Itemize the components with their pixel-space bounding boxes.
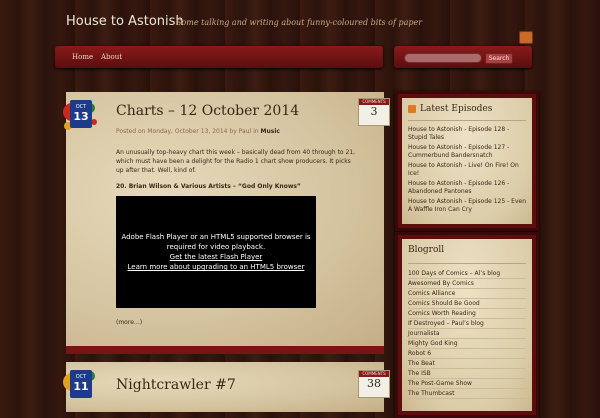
- post-article: OCT 11 Nightcrawler #7 COMMENTS 38: [63, 362, 390, 412]
- comments-count: 38: [367, 377, 381, 390]
- post-date-badge: OCT 11: [70, 370, 92, 398]
- blogroll-link[interactable]: Comics Should Be Good: [408, 300, 526, 309]
- post-date-day: 11: [73, 380, 89, 393]
- blogroll-list: 100 Days of Comics – Al’s blog Awesomed …: [408, 270, 526, 400]
- post-article: OCT 13 Charts – 12 October 2014 COMMENTS…: [63, 92, 390, 346]
- blogroll-link[interactable]: Mighty God King: [408, 340, 526, 349]
- blogroll-link[interactable]: The Beat: [408, 360, 526, 369]
- flash-player-link[interactable]: Get the latest Flash Player: [116, 252, 316, 262]
- comments-count: 3: [370, 105, 378, 118]
- search-input[interactable]: [404, 53, 482, 63]
- episode-link[interactable]: House to Astonish - Episode 127 - Cummer…: [408, 144, 526, 160]
- read-more-link[interactable]: (more…): [116, 319, 142, 326]
- blogroll-link[interactable]: Awesomed By Comics: [408, 280, 526, 289]
- html5-upgrade-link[interactable]: Learn more about upgrading to an HTML5 b…: [116, 262, 316, 272]
- comment-count-badge[interactable]: COMMENTS 38: [358, 370, 390, 398]
- episode-link[interactable]: House to Astonish - Episode 125 - Even A…: [408, 198, 526, 214]
- search-bar: Search: [394, 46, 532, 68]
- post-meta-in: in: [253, 128, 259, 135]
- post-author-link[interactable]: Paul: [239, 128, 252, 135]
- chart-entry-heading: 20. Brian Wilson & Various Artists – “Go…: [116, 183, 301, 190]
- blogroll-link[interactable]: 100 Days of Comics – Al’s blog: [408, 270, 526, 279]
- post-date-badge: OCT 13: [70, 100, 92, 128]
- video-message-line1: Adobe Flash Player or an HTML5 supported…: [121, 233, 311, 241]
- site-title[interactable]: House to Astonish: [66, 14, 184, 29]
- blogroll-link[interactable]: If Destroyed – Paul’s blog: [408, 320, 526, 329]
- episode-list: House to Astonish - Episode 128 - Stupid…: [408, 126, 526, 216]
- episode-link[interactable]: House to Astonish - Episode 126 - Abando…: [408, 180, 526, 196]
- blogroll-link[interactable]: Comics Worth Reading: [408, 310, 526, 319]
- nav-home-link[interactable]: Home: [72, 53, 93, 61]
- post-meta-prefix: Posted on Monday, October 13, 2014 by: [116, 128, 237, 135]
- main-navigation: Home About: [55, 46, 383, 68]
- post-title[interactable]: Nightcrawler #7: [116, 377, 236, 393]
- episode-link[interactable]: House to Astonish - Episode 128 - Stupid…: [408, 126, 526, 142]
- search-button[interactable]: Search: [485, 53, 513, 64]
- video-player[interactable]: Adobe Flash Player or an HTML5 supported…: [116, 196, 316, 308]
- blogroll-link[interactable]: Robot 6: [408, 350, 526, 359]
- rss-feed-icon[interactable]: [519, 31, 533, 44]
- nav-about-link[interactable]: About: [101, 53, 122, 61]
- blogroll-link[interactable]: The ISB: [408, 370, 526, 379]
- post-date-day: 13: [73, 110, 89, 123]
- comment-count-badge[interactable]: COMMENTS 3: [358, 98, 390, 126]
- blogroll-link[interactable]: The Thumbcast: [408, 390, 526, 399]
- post-divider: [66, 346, 384, 354]
- latest-episodes-widget: Latest Episodes House to Astonish - Epis…: [395, 91, 539, 231]
- blogroll-link[interactable]: Comics Alliance: [408, 290, 526, 299]
- widget-divider: [408, 263, 526, 264]
- post-meta: Posted on Monday, October 13, 2014 by Pa…: [116, 128, 280, 135]
- blogroll-widget: Blogroll 100 Days of Comics – Al’s blog …: [395, 232, 539, 418]
- site-description: Some talking and writing about funny-col…: [176, 18, 423, 27]
- widget-title: Latest Episodes: [420, 104, 493, 114]
- post-title[interactable]: Charts – 12 October 2014: [116, 103, 299, 119]
- video-message-line2: required for video playback.: [166, 243, 266, 251]
- blogroll-link[interactable]: The Post-Game Show: [408, 380, 526, 389]
- episode-link[interactable]: House to Astonish - Live! On Fire! On Ic…: [408, 162, 526, 178]
- post-category-link[interactable]: Music: [261, 128, 280, 135]
- widget-title: Blogroll: [408, 245, 445, 255]
- blogroll-link[interactable]: Journalista: [408, 330, 526, 339]
- widget-divider: [408, 120, 526, 121]
- post-body-text: An unusually top-heavy chart this week –…: [116, 149, 356, 174]
- rss-icon[interactable]: [408, 105, 416, 113]
